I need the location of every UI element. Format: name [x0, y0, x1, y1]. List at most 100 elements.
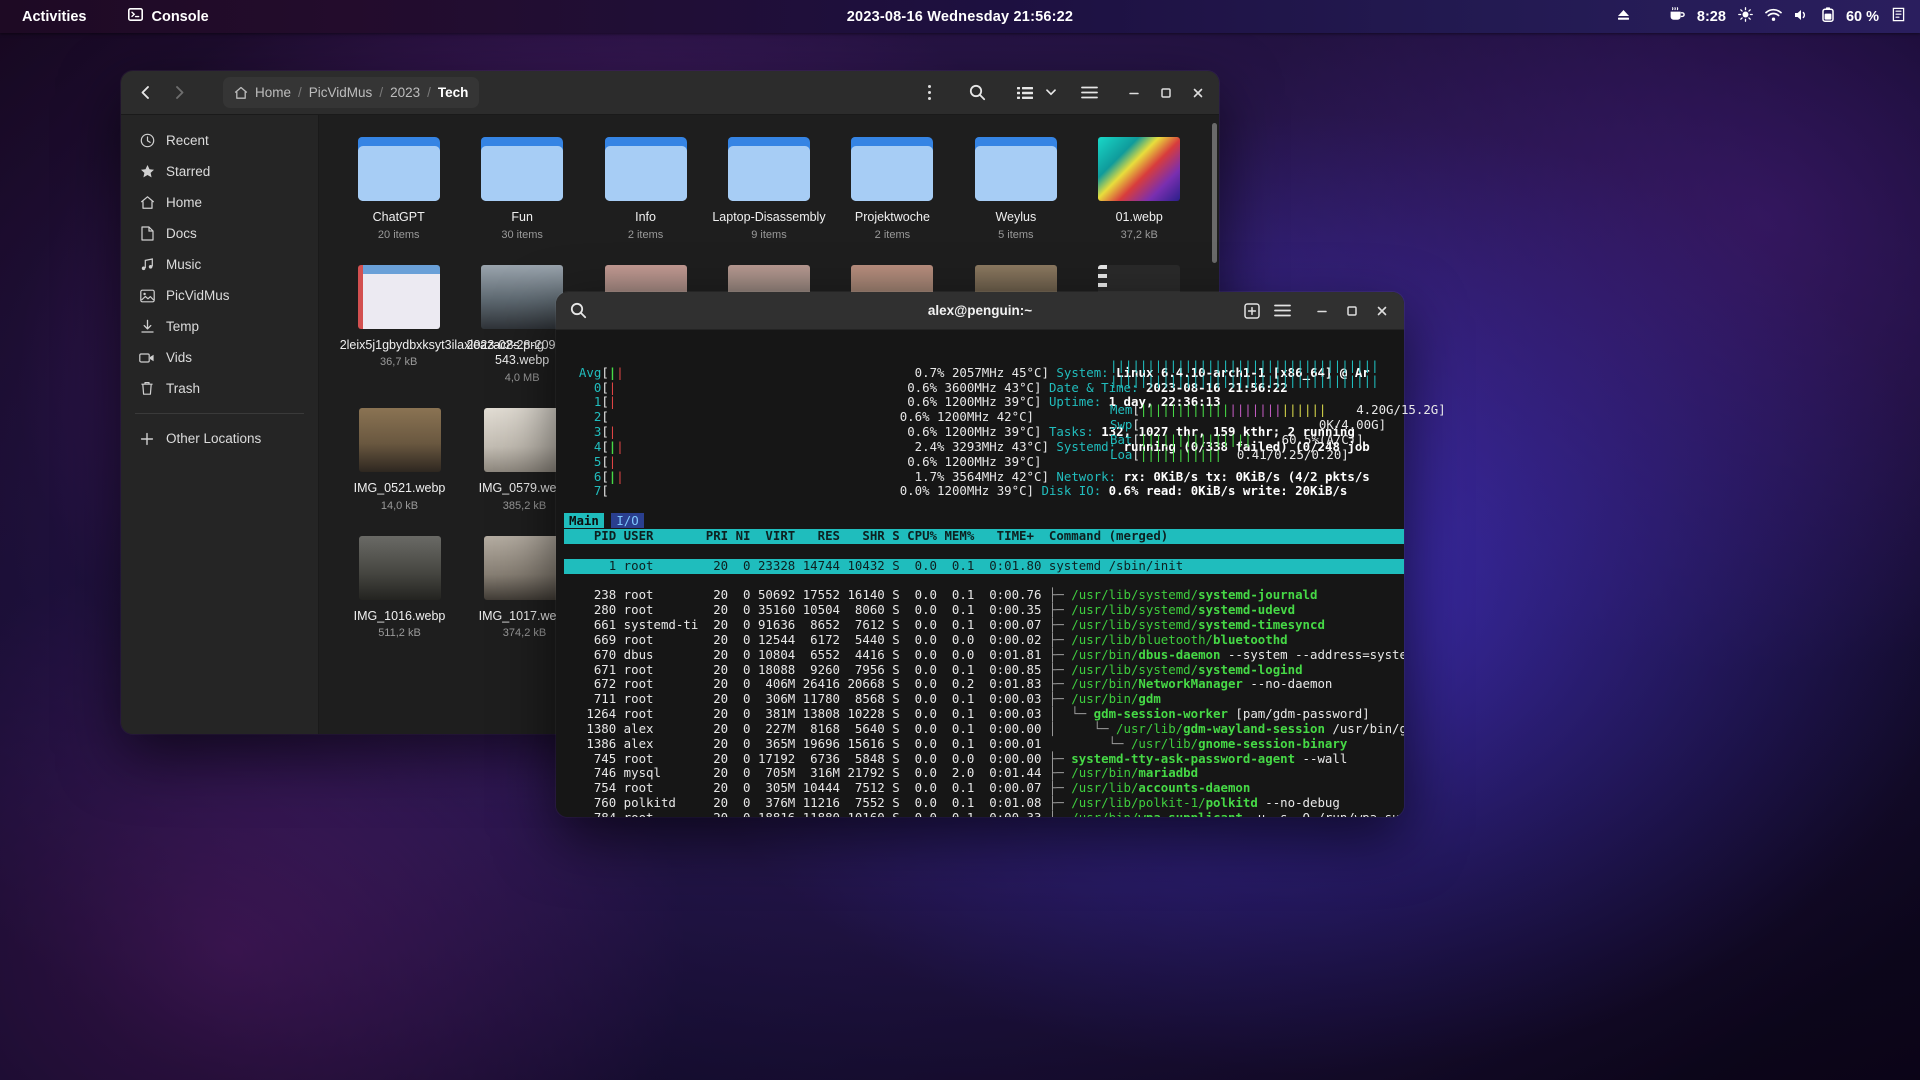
breadcrumb-item-picvidmus[interactable]: PicVidMus	[309, 85, 373, 100]
view-mode-button[interactable]	[1009, 78, 1041, 108]
sidebar-item-other-locations[interactable]: Other Locations	[129, 423, 310, 454]
close-button[interactable]	[1368, 297, 1396, 325]
file-meta: 5 items	[998, 228, 1034, 241]
file-item[interactable]: Fun 30 items	[460, 129, 583, 241]
new-tab-icon[interactable]	[1238, 297, 1266, 325]
activities-label: Activities	[22, 8, 87, 25]
home-icon	[234, 86, 248, 100]
sidebar-item-docs[interactable]: Docs	[129, 218, 310, 249]
image-icon	[139, 289, 155, 303]
minimize-button[interactable]	[1119, 78, 1149, 108]
star-icon	[139, 164, 155, 179]
sidebar-label-recent: Recent	[166, 133, 209, 148]
download-icon	[139, 319, 155, 334]
keyboard-layout-icon[interactable]	[1891, 7, 1906, 26]
file-meta: 374,2 kB	[502, 627, 547, 640]
breadcrumb-item-2023[interactable]: 2023	[390, 85, 420, 100]
sidebar-item-temp[interactable]: Temp	[129, 311, 310, 342]
files-header-bar: Home / PicVidMus / 2023 / Tech	[121, 71, 1219, 115]
close-button[interactable]	[1183, 78, 1213, 108]
sidebar-label-trash: Trash	[166, 381, 201, 396]
file-item[interactable]: Info 2 items	[584, 129, 707, 241]
file-meta: 14,0 kB	[380, 499, 419, 512]
htop-screen: Avg[|| 0.7% 2057MHz 45°C] System: Linux …	[556, 365, 1404, 817]
gnome-top-panel: Activities Console 2023-08-16 Wednesday …	[0, 0, 1920, 33]
image-thumbnail	[358, 535, 441, 600]
coffee-cup-icon[interactable]	[1669, 7, 1685, 26]
volume-icon[interactable]	[1794, 8, 1810, 26]
file-name: Fun	[511, 210, 533, 224]
image-thumbnail	[481, 264, 564, 329]
sidebar-item-picvidmus[interactable]: PicVidMus	[129, 280, 310, 311]
breadcrumb[interactable]: Home / PicVidMus / 2023 / Tech	[223, 77, 480, 108]
file-meta: 511,2 kB	[378, 627, 421, 640]
breadcrumb-item-home[interactable]: Home	[255, 85, 291, 100]
file-meta: 30 items	[501, 228, 543, 241]
hamburger-menu-icon[interactable]	[1073, 78, 1105, 108]
terminal-icon	[128, 8, 144, 25]
file-grid-row-1: ChatGPT 20 items Fun 30 items Info 2 ite…	[337, 129, 1201, 241]
eject-icon[interactable]	[1616, 8, 1631, 26]
file-name: ChatGPT	[372, 210, 425, 224]
activities-button[interactable]: Activities	[14, 5, 94, 29]
file-item[interactable]: IMG_0521.webp 14,0 kB	[337, 400, 462, 512]
file-item[interactable]: 01.webp 37,2 kB	[1078, 129, 1201, 241]
sidebar-label-other-locations: Other Locations	[166, 431, 262, 446]
search-button[interactable]	[961, 78, 993, 108]
clock-icon	[139, 133, 155, 148]
image-thumbnail	[358, 407, 441, 472]
status-area[interactable]: 8:28 60 %	[1616, 7, 1920, 26]
vertical-scrollbar[interactable]	[1212, 123, 1217, 263]
clock-label: 2023-08-16 Wednesday 21:56:22	[846, 8, 1074, 25]
folder-icon	[974, 137, 1057, 201]
forward-button[interactable]	[163, 78, 195, 108]
app-menu-label: Console	[151, 8, 209, 25]
wifi-icon[interactable]	[1765, 8, 1782, 26]
file-item[interactable]: Weylus 5 items	[954, 129, 1077, 241]
file-item[interactable]: 2leix5j1gbydbxksyt3ilaxleazac8s.png 36,7…	[337, 257, 544, 384]
file-item[interactable]: Laptop-Disassembly 9 items	[707, 129, 830, 241]
file-name: 2leix5j1gbydbxksyt3ilaxleazac8s.png	[339, 337, 544, 352]
file-item[interactable]: Projektwoche 2 items	[831, 129, 954, 241]
image-thumbnail	[357, 264, 440, 329]
terminal-header-bar: alex@penguin:~	[556, 292, 1404, 330]
terminal-window[interactable]: alex@penguin:~ Avg[|| 0.7% 2057MHz 45°C]…	[556, 292, 1404, 817]
file-meta: 2 items	[874, 228, 911, 241]
terminal-search-icon[interactable]	[564, 297, 592, 325]
file-item[interactable]: ChatGPT 20 items	[337, 129, 460, 241]
sidebar-item-home[interactable]: Home	[129, 187, 310, 218]
file-name: Projektwoche	[854, 210, 930, 224]
sidebar-item-music[interactable]: Music	[129, 249, 310, 280]
music-note-icon	[139, 257, 155, 272]
htop-output[interactable]: Avg[|| 0.7% 2057MHz 45°C] System: Linux …	[556, 330, 1404, 817]
file-meta: 9 items	[751, 228, 787, 241]
brightness-icon[interactable]	[1738, 7, 1753, 26]
app-menu-console[interactable]: Console	[120, 4, 216, 29]
file-meta: 37,2 kB	[1120, 228, 1158, 241]
file-meta: 4,0 MB	[504, 371, 540, 384]
battery-level-label: 60 %	[1845, 8, 1879, 25]
chevron-down-icon[interactable]	[1043, 78, 1059, 108]
breadcrumb-separator: /	[298, 85, 302, 100]
file-item[interactable]: IMG_1016.webp 511,2 kB	[337, 528, 462, 640]
sidebar-item-vids[interactable]: Vids	[129, 342, 310, 373]
maximize-button[interactable]	[1338, 297, 1366, 325]
image-thumbnail	[483, 535, 566, 600]
minimize-button[interactable]	[1308, 297, 1336, 325]
trash-icon	[139, 381, 155, 396]
sidebar-item-recent[interactable]: Recent	[129, 125, 310, 156]
hamburger-menu-icon[interactable]	[1268, 297, 1296, 325]
sidebar-label-docs: Docs	[166, 226, 197, 241]
sidebar-item-trash[interactable]: Trash	[129, 373, 310, 404]
sidebar-item-starred[interactable]: Starred	[129, 156, 310, 187]
battery-icon[interactable]	[1822, 7, 1834, 26]
breadcrumb-item-tech[interactable]: Tech	[438, 85, 469, 100]
maximize-button[interactable]	[1151, 78, 1181, 108]
back-button[interactable]	[129, 78, 161, 108]
document-icon	[139, 226, 155, 241]
path-options-button[interactable]	[913, 78, 945, 108]
home-icon	[139, 195, 155, 210]
sidebar-divider	[135, 413, 304, 414]
files-sidebar[interactable]: Recent Starred Home Docs Music PicVidMus…	[121, 115, 319, 734]
sidebar-label-home: Home	[166, 195, 203, 210]
